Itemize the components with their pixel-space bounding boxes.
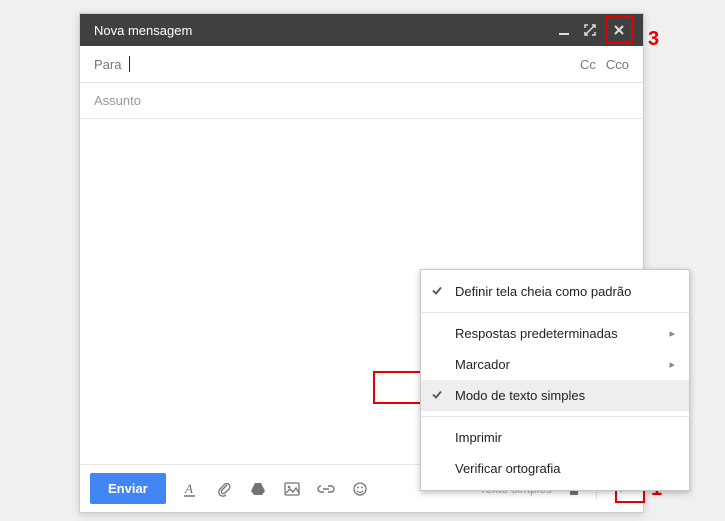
titlebar: Nova mensagem [80, 14, 643, 46]
menu-spellcheck[interactable]: Verificar ortografia [421, 453, 689, 484]
menu-item-label: Verificar ortografia [455, 461, 561, 476]
menu-canned-responses[interactable]: Respostas predeterminadas ▸ [421, 318, 689, 349]
menu-fullscreen-default[interactable]: Definir tela cheia como padrão [421, 276, 689, 307]
menu-separator [421, 416, 689, 417]
menu-item-label: Marcador [455, 357, 510, 372]
annotation-number-3: 3 [648, 28, 659, 51]
check-icon [431, 284, 443, 299]
text-cursor [129, 56, 130, 72]
bcc-link[interactable]: Cco [606, 57, 629, 72]
window-title: Nova mensagem [94, 23, 553, 38]
expand-button[interactable] [579, 19, 601, 41]
formatting-button[interactable]: A [180, 479, 200, 499]
drive-icon[interactable] [248, 479, 268, 499]
menu-label[interactable]: Marcador ▸ [421, 349, 689, 380]
chevron-right-icon: ▸ [669, 358, 675, 371]
chevron-right-icon: ▸ [669, 327, 675, 340]
send-button[interactable]: Enviar [90, 473, 166, 504]
attachment-icon[interactable] [214, 479, 234, 499]
to-field[interactable]: Para Cc Cco [80, 46, 643, 82]
check-icon [431, 388, 443, 403]
cc-link[interactable]: Cc [580, 57, 596, 72]
svg-text:A: A [184, 481, 193, 496]
photo-icon[interactable] [282, 479, 302, 499]
subject-field[interactable]: Assunto [80, 82, 643, 118]
emoji-icon[interactable] [350, 479, 370, 499]
close-button[interactable] [605, 16, 633, 44]
more-options-menu: Definir tela cheia como padrão Respostas… [420, 269, 690, 491]
menu-plain-text-mode[interactable]: Modo de texto simples [421, 380, 689, 411]
fields: Para Cc Cco Assunto [80, 46, 643, 119]
menu-separator [421, 312, 689, 313]
menu-item-label: Respostas predeterminadas [455, 326, 618, 341]
minimize-button[interactable] [553, 19, 575, 41]
menu-item-label: Modo de texto simples [455, 388, 585, 403]
titlebar-controls [553, 16, 633, 44]
menu-item-label: Imprimir [455, 430, 502, 445]
subject-placeholder: Assunto [94, 93, 141, 108]
link-icon[interactable] [316, 479, 336, 499]
to-label: Para [94, 57, 121, 72]
menu-print[interactable]: Imprimir [421, 422, 689, 453]
menu-item-label: Definir tela cheia como padrão [455, 284, 631, 299]
